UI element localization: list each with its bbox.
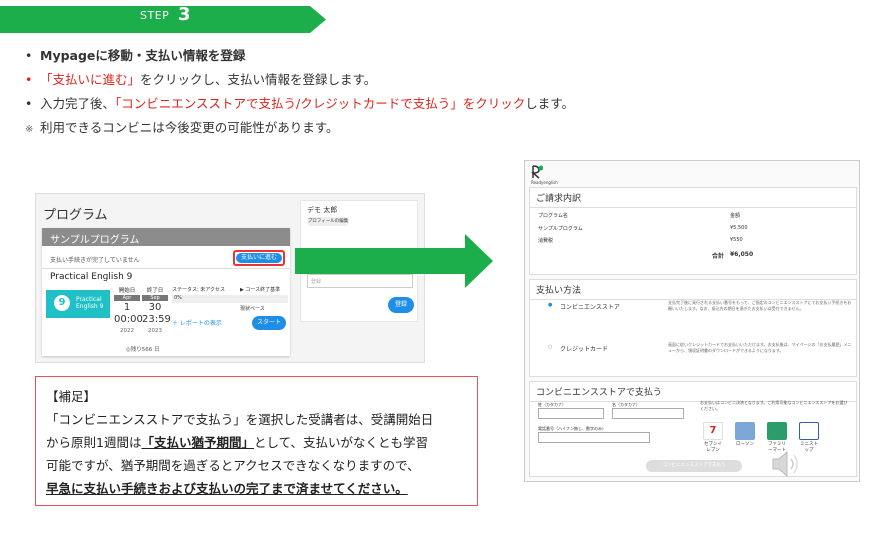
payment-method-section: 支払い方法 ● コンビニエンスストア 支払完了後に発行される支払い番号をもって、… <box>529 279 857 377</box>
course-logo-text: Practical English 9 <box>76 296 104 310</box>
convenience-payment-section: コンビニエンスストアで支払う 姓（カタカナ） 名（カタカナ） 電話番号（ハイフン… <box>529 381 857 477</box>
bullet-text: をクリックし、支払い情報を登録します。 <box>140 72 377 87</box>
goal-label: ▶ コース終了基準 <box>240 287 281 293</box>
end-date: 終了日 Sep 30 23:59 2023 <box>142 288 171 334</box>
item-1-amount: ¥5,500 <box>730 225 748 231</box>
bullet-mark: • <box>25 96 33 111</box>
bullet-mark: ※ <box>25 124 34 135</box>
edit-profile-button[interactable]: プロフィールの編集 <box>307 217 349 226</box>
bullet-text: します。 <box>525 96 574 111</box>
brand-logo-icon <box>530 165 544 179</box>
proceed-payment-button[interactable]: 支払いに進む <box>233 250 285 266</box>
store-familymart[interactable]: ファミリーマート <box>766 422 788 453</box>
status-text: ステータス: 未アクセス <box>172 287 226 293</box>
speaker-icon[interactable] <box>770 448 800 480</box>
register-button[interactable]: 登録 <box>388 297 414 313</box>
payment-screenshot: Readyenglish ご請求内訳 プログラム名 金額 サンプルプログラム ¥… <box>524 160 860 482</box>
store-lawson[interactable]: ローソン <box>734 422 756 448</box>
total-label: 合計 <box>712 253 725 260</box>
remaining-days: ◎残り566 日 <box>126 347 160 353</box>
method-credit[interactable]: クレジットカード <box>560 344 608 353</box>
radio-credit[interactable]: ○ <box>548 344 552 350</box>
method-convenience[interactable]: コンビニエンスストア <box>560 302 620 311</box>
supplement-line-4: 早急に支払い手続きおよび支払いの完了まで済ませてください。 <box>46 481 408 496</box>
bullet-text: Mypageに移動・支払い情報を登録 <box>40 48 246 63</box>
supplement-heading: 【補足】 <box>46 389 97 404</box>
start-button[interactable]: スタート <box>252 316 286 330</box>
item-1: サンプルプログラム <box>538 226 583 232</box>
phone-input[interactable] <box>538 432 650 443</box>
bullet-text: 利用できるコンビニは今後変更の可能性があります。 <box>40 120 339 135</box>
method-title: 支払い方法 <box>530 280 856 300</box>
payment-note: 支払い手続きが完了していません <box>50 257 140 264</box>
convenience-section-title: コンビニエンスストアで支払う <box>530 382 856 402</box>
store-seven-eleven[interactable]: 7 セブンイレブン <box>702 422 724 453</box>
bullet-item: ※ 利用できるコンビニは今後変更の可能性があります。 <box>0 119 339 139</box>
bullet-item: • 入力完了後、「コンビニエンスストアで支払う/クレジットカードで支払う」をクリッ… <box>0 95 574 113</box>
bullet-text: 入力完了後、 <box>40 96 116 111</box>
start-date: 開始日 Apr 1 00:00 2022 <box>114 288 143 334</box>
mypage-screenshot: プログラム サンプルプログラム 支払い手続きが完了していません 支払いに進む P… <box>35 193 425 363</box>
divider <box>42 268 290 269</box>
bullet-text: 「支払いに進む」 <box>40 72 141 87</box>
bullet-mark: • <box>25 48 33 63</box>
brand-name: Readyenglish <box>531 180 558 185</box>
step-label: STEP <box>140 9 170 22</box>
bullet-item: • Mypageに移動・支払い情報を登録 <box>0 47 245 65</box>
report-link[interactable]: ＋ レポートの表示 <box>172 318 222 327</box>
card-title: サンプルプログラム <box>42 228 290 246</box>
convenience-description: 支払完了後に発行される支払い番号をもって、ご指定のコンビニエンスストアにてお支払… <box>668 300 852 311</box>
invoice-section: ご請求内訳 プログラム名 金額 サンプルプログラム ¥5,500 消費税 ¥55… <box>529 187 857 275</box>
credit-description: 画面に従いクレジットカードでお支払いいただけます。お支払後は、マイページの「お支… <box>668 342 852 353</box>
sei-input[interactable] <box>538 408 604 419</box>
bullet-item: • 「支払いに進む」をクリックし、支払い情報を登録します。 <box>0 71 376 89</box>
item-2: 消費税 <box>538 238 554 244</box>
submit-convenience-button[interactable]: コンビニエンスストアで支払う <box>646 460 742 472</box>
store-ministop[interactable]: ミニストップ <box>798 422 820 453</box>
course-logo-mark: 9 <box>54 295 70 311</box>
col-name: プログラム名 <box>538 213 568 219</box>
total-amount: ¥6,050 <box>730 251 754 258</box>
course-name: Practical English 9 <box>50 272 133 282</box>
supplement-line-2: から原則1週間は「支払い猶予期間」として、支払いがなくとも学習 <box>46 435 428 450</box>
text-input[interactable]: 登録 <box>307 274 413 288</box>
mei-input[interactable] <box>612 408 684 419</box>
col-amount: 金額 <box>730 213 741 219</box>
current-pace: 現状ペース <box>240 306 265 312</box>
progress-bar: 0% <box>172 295 288 303</box>
store-note: お支払いはコンビニ決済となります。ご利用可能なコンビニエンスストアをお選びくださ… <box>700 400 848 411</box>
course-logo: 9 Practical English 9 <box>46 290 110 318</box>
bullet-mark: • <box>25 72 33 87</box>
item-2-amount: ¥550 <box>730 237 743 243</box>
step-number: 3 <box>178 4 191 25</box>
bullet-text: 「コンビニエンスストアで支払う/クレジットカードで支払う」をクリック <box>115 96 526 111</box>
supplement-box: 【補足】 「コンビニエンスストアで支払う」を選択した受講者は、受講開始日 から原… <box>35 376 478 506</box>
program-card: サンプルプログラム 支払い手続きが完了していません 支払いに進む Practic… <box>42 228 290 356</box>
supplement-line-3: 可能ですが、猶予期間を過ぎるとアクセスできなくなりますので、 <box>46 458 420 473</box>
invoice-title: ご請求内訳 <box>530 188 856 208</box>
supplement-line-1: 「コンビニエンスストアで支払う」を選択した受講者は、受講開始日 <box>46 412 434 427</box>
page-title: プログラム <box>43 208 108 223</box>
radio-convenience[interactable]: ● <box>548 302 552 308</box>
user-name: デモ 太郎 <box>307 206 338 214</box>
